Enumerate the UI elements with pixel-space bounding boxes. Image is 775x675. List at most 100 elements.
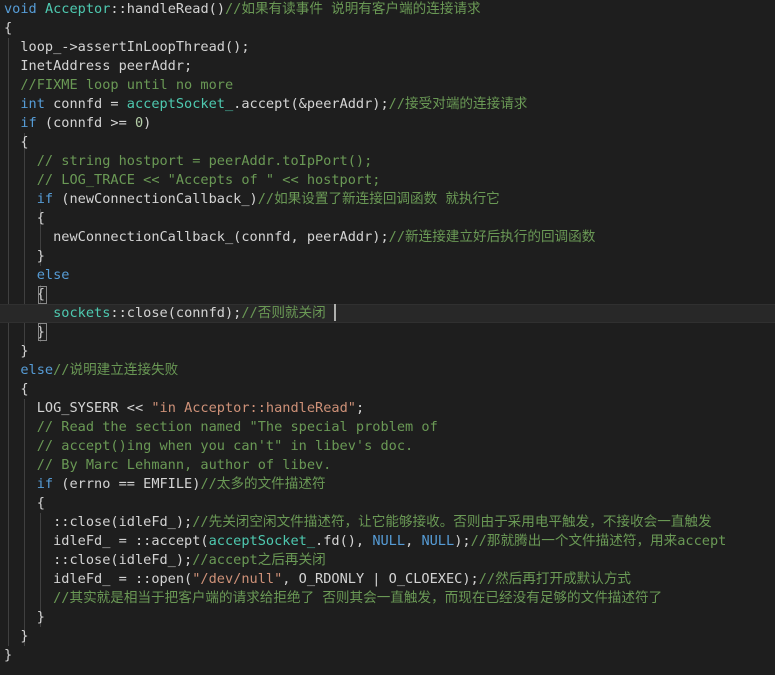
code-line[interactable]: { [0, 380, 775, 399]
code-line[interactable]: } [0, 323, 775, 342]
code-token: { [4, 210, 45, 226]
code-token: { [4, 134, 29, 150]
code-token: // Read the section named "The special p… [4, 419, 438, 435]
code-line[interactable]: { [0, 133, 775, 152]
code-token: { [4, 381, 29, 397]
code-token: ::close(idleFd_); [4, 514, 193, 530]
code-line[interactable]: } [0, 342, 775, 361]
code-token: 0 [134, 115, 144, 131]
code-line[interactable]: //FIXME loop until no more [0, 76, 775, 95]
code-line[interactable]: // By Marc Lehmann, author of libev. [0, 456, 775, 475]
code-token: { [4, 495, 45, 511]
code-token: NULL [372, 533, 406, 549]
code-token: ); [454, 533, 471, 549]
code-editor[interactable]: void Acceptor::handleRead()//如果有读事件 说明有客… [0, 0, 775, 675]
code-line[interactable]: { [0, 494, 775, 513]
code-token: //如果设置了新连接回调函数 就执行它 [257, 191, 500, 207]
code-line[interactable]: InetAddress peerAddr; [0, 57, 775, 76]
code-token: NULL [421, 533, 455, 549]
code-line[interactable]: idleFd_ = ::open("/dev/null", O_RDONLY |… [0, 570, 775, 589]
code-token: "/dev/null" [192, 571, 283, 587]
code-line[interactable]: ::close(idleFd_);//accept之后再关闭 [0, 551, 775, 570]
code-token: ; [355, 400, 365, 416]
code-token: // LOG_TRACE << "Accepts of " << hostpor… [4, 172, 381, 188]
code-token: InetAddress peerAddr; [4, 58, 193, 74]
code-token: if [4, 191, 54, 207]
code-token: //那就腾出一个文件描述符，用来accept [470, 533, 727, 549]
code-line[interactable]: } [0, 627, 775, 646]
code-token: int [4, 96, 45, 112]
code-token: sockets [4, 305, 111, 321]
code-token: } [4, 248, 45, 264]
code-line[interactable]: newConnectionCallback_(connfd, peerAddr)… [0, 228, 775, 247]
code-token: void [4, 1, 37, 17]
code-line[interactable]: LOG_SYSERR << "in Acceptor::handleRead"; [0, 399, 775, 418]
code-token: .accept(&peerAddr); [233, 96, 389, 112]
code-token: ::handleRead() [110, 1, 225, 17]
code-line[interactable]: int connfd = acceptSocket_.accept(&peerA… [0, 95, 775, 114]
matching-bracket-open [38, 286, 47, 304]
code-token: .fd(), [315, 533, 373, 549]
matching-bracket-close [38, 323, 47, 341]
code-token: //否则就关闭 [241, 305, 326, 321]
code-token: Acceptor [44, 1, 111, 17]
code-token: if [4, 476, 54, 492]
code-token: (newConnectionCallback_) [53, 191, 258, 207]
code-line[interactable]: ::close(idleFd_);//先关闭空闲文件描述符，让它能够接收。否则由… [0, 513, 775, 532]
code-line[interactable]: if (connfd >= 0) [0, 114, 775, 133]
code-token: idleFd_ = ::open( [4, 571, 193, 587]
code-token: } [4, 647, 13, 663]
code-line[interactable]: // LOG_TRACE << "Accepts of " << hostpor… [0, 171, 775, 190]
code-line[interactable]: else [0, 266, 775, 285]
code-line[interactable]: } [0, 247, 775, 266]
code-token: } [4, 609, 45, 625]
code-line[interactable]: else//说明建立连接失败 [0, 361, 775, 380]
code-line[interactable]: { [0, 19, 775, 38]
code-token: // accept()ing when you can't" in libev'… [4, 438, 414, 454]
code-token: "in Acceptor::handleRead" [151, 400, 356, 416]
code-token: //说明建立连接失败 [53, 362, 179, 378]
code-line[interactable]: idleFd_ = ::accept(acceptSocket_.fd(), N… [0, 532, 775, 551]
code-token: ) [143, 115, 152, 131]
code-token: ::close(idleFd_); [4, 552, 193, 568]
text-cursor [334, 304, 336, 321]
code-line[interactable]: // Read the section named "The special p… [0, 418, 775, 437]
code-token: else [4, 362, 54, 378]
code-token: // string hostport = peerAddr.toIpPort()… [4, 153, 373, 169]
code-token: , O_RDONLY | O_CLOEXEC); [282, 571, 479, 587]
code-token: connfd = [44, 96, 127, 112]
code-token: //accept之后再关闭 [192, 552, 326, 568]
code-token: //如果有读事件 说明有客户端的连接请求 [225, 1, 481, 17]
code-token: } [4, 343, 29, 359]
code-line[interactable]: loop_->assertInLoopThread(); [0, 38, 775, 57]
code-token: //先关闭空闲文件描述符，让它能够接收。否则由于采用电平触发，不接收会一直触发 [192, 514, 712, 530]
code-token: acceptSocket_ [126, 96, 234, 112]
code-token: LOG_SYSERR << [4, 400, 152, 416]
code-token: } [4, 628, 29, 644]
code-line[interactable]: // accept()ing when you can't" in libev'… [0, 437, 775, 456]
code-line[interactable]: if (errno == EMFILE)//太多的文件描述符 [0, 475, 775, 494]
code-line[interactable]: //其实就是相当于把客户端的请求给拒绝了 否则其会一直触发，而现在已经没有足够的… [0, 589, 775, 608]
code-token: else [4, 267, 70, 283]
code-line[interactable]: // string hostport = peerAddr.toIpPort()… [0, 152, 775, 171]
code-token: newConnectionCallback_(connfd, peerAddr)… [4, 229, 389, 245]
code-token: idleFd_ = ::accept( [4, 533, 209, 549]
code-token: , [405, 533, 422, 549]
code-token: if [4, 115, 37, 131]
code-line[interactable]: { [0, 209, 775, 228]
code-token: //接受对端的连接请求 [388, 96, 528, 112]
code-token: //新连接建立好后执行的回调函数 [388, 229, 596, 245]
code-line[interactable]: } [0, 608, 775, 627]
code-token: ::close(connfd); [110, 305, 242, 321]
code-token: { [4, 20, 13, 36]
code-token: loop_->assertInLoopThread(); [4, 39, 250, 55]
code-line[interactable]: sockets::close(connfd);//否则就关闭 [0, 304, 775, 323]
code-line[interactable]: } [0, 646, 775, 665]
code-token: (connfd >= [36, 115, 135, 131]
code-token: // By Marc Lehmann, author of libev. [4, 457, 332, 473]
code-line[interactable]: { [0, 285, 775, 304]
code-token: (errno == EMFILE) [53, 476, 201, 492]
code-line[interactable]: void Acceptor::handleRead()//如果有读事件 说明有客… [0, 0, 775, 19]
code-token: //FIXME loop until no more [4, 77, 234, 93]
code-line[interactable]: if (newConnectionCallback_)//如果设置了新连接回调函… [0, 190, 775, 209]
